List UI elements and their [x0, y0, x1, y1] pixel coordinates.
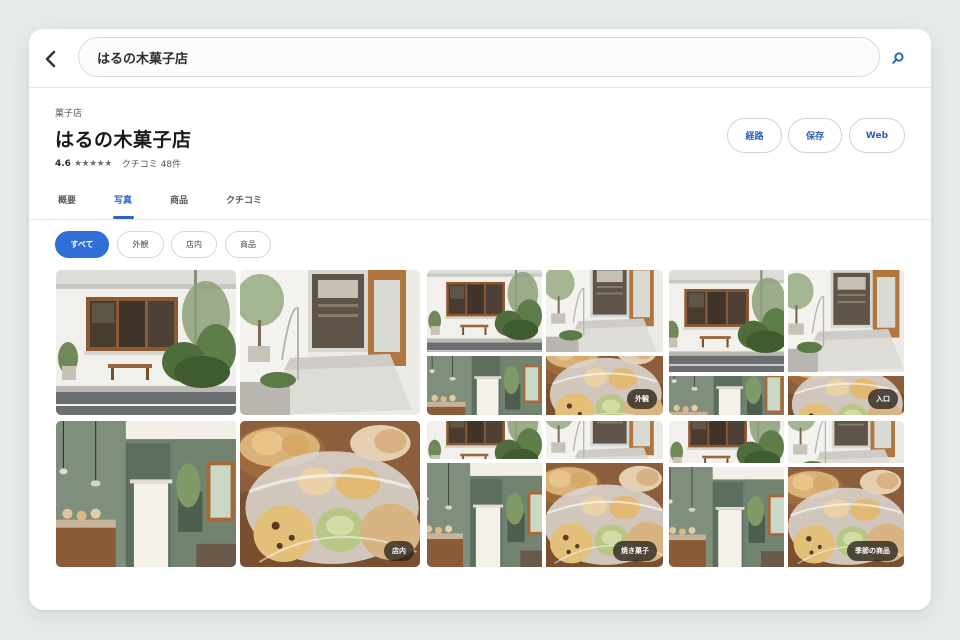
photo-collage-baked[interactable]: 焼き菓子 [427, 421, 663, 567]
photo-collage-entrance[interactable]: 入口 [669, 270, 904, 415]
rating-value: 4.6 [55, 158, 71, 169]
filter-chip-exterior[interactable]: 外観 [117, 231, 164, 258]
review-count[interactable]: クチコミ 48件 [122, 157, 181, 170]
tab-products[interactable]: 商品 [170, 193, 188, 206]
search-icon[interactable] [891, 51, 905, 65]
photo-label: 焼き菓子 [613, 541, 657, 561]
chevron-left-icon[interactable] [39, 47, 61, 71]
place-photos-panel: はるの木菓子店 菓子店 はるの木菓子店 4.6 ★★★★★ クチコミ 48件 経… [29, 29, 931, 610]
search-bar: はるの木菓子店 [29, 29, 931, 88]
rating-row: 4.6 ★★★★★ クチコミ 48件 [55, 157, 181, 171]
photo-image [56, 270, 236, 415]
photo-interior[interactable] [56, 421, 236, 567]
star-rating-icon: ★★★★★ [73, 158, 112, 169]
photo-image [427, 463, 542, 567]
photo-image [427, 356, 542, 415]
photo-image [788, 270, 904, 372]
photo-image [546, 421, 663, 459]
directions-button[interactable]: 経路 [727, 118, 782, 153]
filter-chip-all[interactable]: すべて [55, 231, 109, 258]
photo-collage-seasonal[interactable]: 季節の商品 [669, 421, 904, 567]
photo-image [669, 467, 784, 567]
filter-chip-interior[interactable]: 店内 [171, 231, 217, 258]
active-tab-indicator [113, 216, 134, 219]
photo-image [427, 270, 542, 352]
photo-entrance[interactable] [240, 270, 420, 415]
photo-label: 入口 [868, 389, 898, 409]
photo-image [427, 421, 542, 459]
photo-image [669, 376, 784, 415]
photo-label: 季節の商品 [847, 541, 898, 561]
photo-image [546, 270, 663, 352]
save-button[interactable]: 保存 [788, 118, 842, 153]
photo-image [669, 270, 784, 372]
photo-label: 外観 [627, 389, 657, 409]
photo-image [788, 421, 904, 463]
tab-overview[interactable]: 概要 [58, 193, 76, 206]
photo-image [669, 421, 784, 463]
search-input[interactable]: はるの木菓子店 [78, 37, 880, 77]
photo-label: 店内 [384, 541, 414, 561]
photo-storefront[interactable] [56, 270, 236, 415]
place-category: 菓子店 [55, 109, 83, 119]
photo-collage-exterior[interactable]: 外観 [427, 270, 663, 415]
photo-baked-goods[interactable]: 店内 [240, 421, 420, 567]
tab-photos[interactable]: 写真 [114, 193, 132, 206]
website-button[interactable]: Web [849, 118, 905, 153]
tab-bar: 概要 写真 商品 クチコミ [29, 189, 931, 220]
tab-reviews[interactable]: クチコミ [226, 193, 262, 206]
search-query: はるの木菓子店 [97, 51, 189, 67]
filter-chip-products[interactable]: 商品 [225, 231, 271, 258]
place-title: はるの木菓子店 [55, 129, 192, 151]
photo-image [240, 270, 420, 415]
photo-image [56, 421, 236, 567]
